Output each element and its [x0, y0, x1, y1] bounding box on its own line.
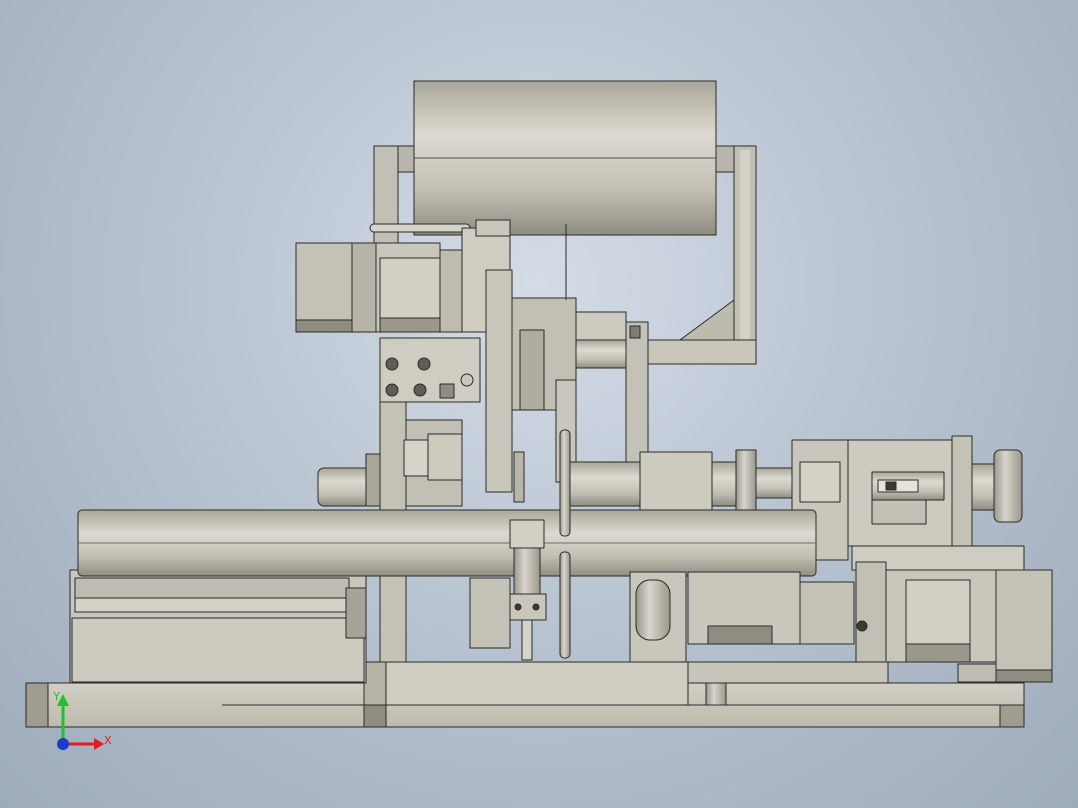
origin-icon [57, 738, 69, 750]
machine-assembly-drawing: Y X [25, 80, 1053, 750]
right-bearing-block [847, 435, 1025, 571]
x-axis-arrow-icon [94, 738, 104, 750]
top-drum [397, 80, 735, 236]
x-axis-label: X [104, 734, 112, 747]
cad-viewport[interactable]: Y X [0, 0, 1078, 808]
upper-motor [295, 219, 511, 333]
main-cylinder [77, 509, 817, 577]
left-linear-module [69, 569, 367, 684]
y-axis-label: Y [52, 690, 60, 703]
